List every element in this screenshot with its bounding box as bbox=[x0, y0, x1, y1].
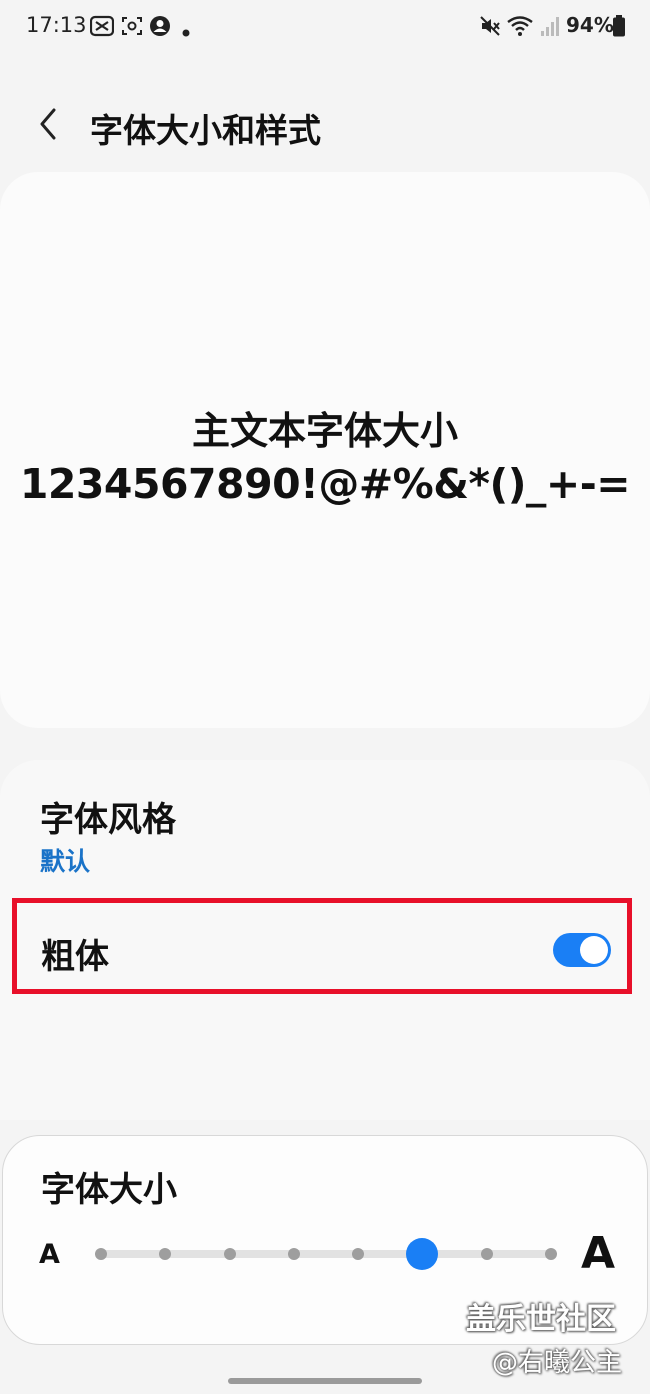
font-style-title: 字体风格 bbox=[40, 800, 176, 840]
app-header: 字体大小和样式 bbox=[0, 90, 650, 160]
slider-step-dot[interactable] bbox=[480, 1248, 493, 1260]
bold-toggle[interactable] bbox=[553, 933, 611, 967]
account-circle-icon bbox=[148, 14, 172, 42]
battery-icon bbox=[612, 14, 626, 42]
home-indicator[interactable] bbox=[228, 1378, 422, 1384]
screen-record-icon bbox=[120, 14, 144, 42]
slider-thumb[interactable] bbox=[406, 1238, 439, 1270]
status-bar: 17:13 94% bbox=[0, 0, 650, 56]
font-style-card: 字体风格 默认 粗体 bbox=[0, 760, 650, 1120]
font-style-value: 默认 bbox=[40, 847, 91, 876]
font-size-title: 字体大小 bbox=[41, 1170, 177, 1210]
watermark-community: 盖乐世社区 bbox=[466, 1302, 616, 1337]
font-preview-card: 主文本字体大小 1234567890!@#%&*()_+-= bbox=[0, 172, 650, 728]
bold-setting-row[interactable]: 粗体 bbox=[12, 898, 632, 994]
font-size-small-label: A bbox=[39, 1239, 60, 1270]
toggle-knob bbox=[580, 936, 608, 964]
capcut-icon bbox=[89, 14, 115, 42]
wifi-icon bbox=[506, 14, 534, 42]
status-time: 17:13 bbox=[26, 13, 87, 37]
slider-step-dot[interactable] bbox=[223, 1248, 236, 1260]
slider-step-dot[interactable] bbox=[159, 1248, 172, 1260]
slider-step-dot[interactable] bbox=[95, 1248, 107, 1260]
dot-icon bbox=[182, 22, 190, 41]
chevron-left-icon bbox=[40, 108, 56, 140]
signal-icon bbox=[540, 14, 560, 42]
bold-label: 粗体 bbox=[41, 937, 109, 977]
font-size-slider[interactable] bbox=[95, 1238, 557, 1270]
font-size-large-label: A bbox=[581, 1228, 616, 1279]
slider-step-dot[interactable] bbox=[352, 1248, 365, 1260]
font-style-item[interactable]: 字体风格 默认 bbox=[0, 780, 650, 890]
preview-text-main: 主文本字体大小 bbox=[191, 409, 458, 453]
mute-icon bbox=[478, 14, 502, 42]
page-title: 字体大小和样式 bbox=[90, 111, 321, 150]
preview-text-chars: 1234567890!@#%&*()_+-= bbox=[19, 460, 631, 508]
back-button[interactable] bbox=[30, 102, 70, 146]
slider-step-dot[interactable] bbox=[287, 1248, 300, 1260]
battery-percent: 94% bbox=[566, 13, 614, 37]
slider-step-dot[interactable] bbox=[545, 1248, 557, 1260]
watermark-author: @右曦公主 bbox=[492, 1348, 623, 1378]
